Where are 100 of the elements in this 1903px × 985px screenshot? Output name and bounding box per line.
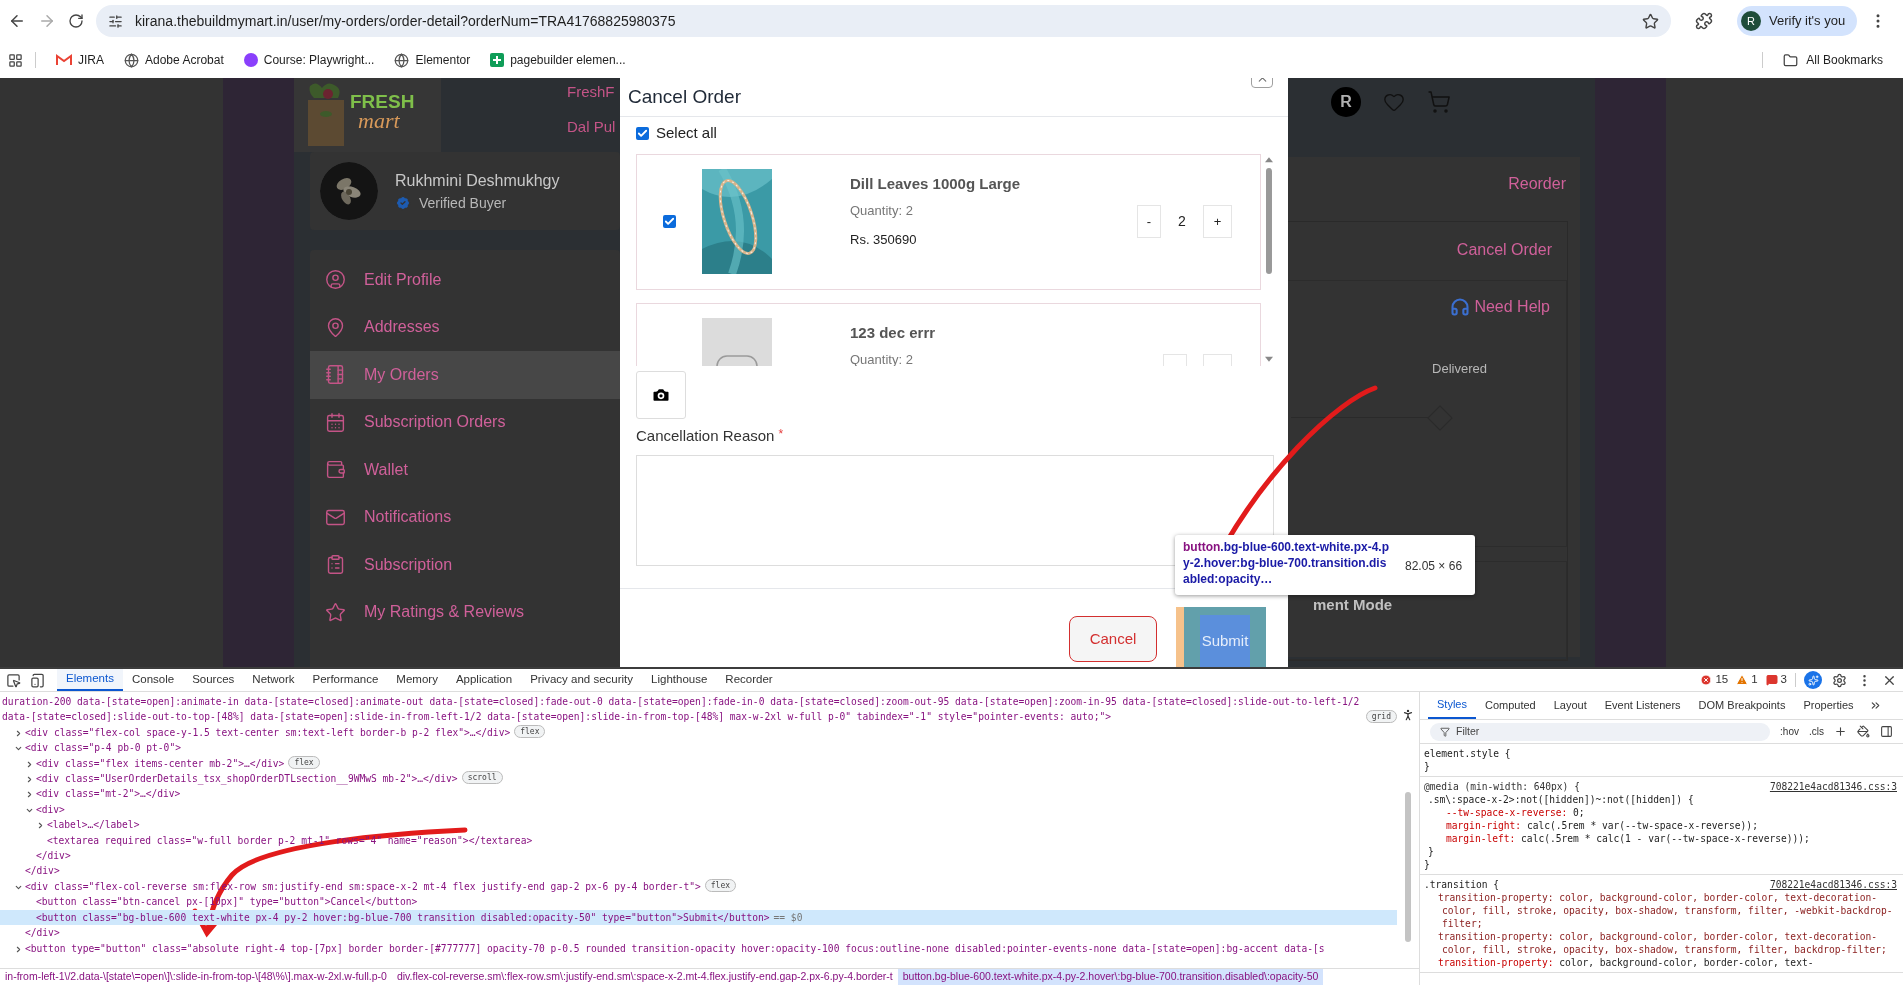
notebook-icon (325, 364, 346, 386)
bookmark[interactable]: JIRA (56, 51, 104, 69)
reorder-link[interactable]: Reorder (1508, 172, 1566, 196)
logo-script: mart (358, 112, 401, 130)
rule-brace: } (1424, 858, 1430, 871)
avatar: R (1741, 11, 1761, 31)
styles-tab[interactable]: Computed (1475, 692, 1545, 719)
dom-row[interactable]: <div class="p-4 pb-0 pt-0"> (0, 740, 1397, 756)
item-quantity: Quantity: 2 (850, 202, 914, 221)
class-toggle[interactable]: .cls (1809, 724, 1824, 739)
avatar[interactable]: R (1331, 87, 1361, 117)
need-help-link[interactable]: Need Help (1450, 295, 1550, 319)
user-icon (325, 269, 346, 291)
dom-node-text: </div> (25, 865, 60, 877)
bookmark[interactable]: pagebuilder elemen... (490, 51, 626, 69)
layout-badge[interactable]: flex (704, 879, 737, 893)
paint-icon[interactable] (1857, 725, 1870, 738)
menu-label: Edit Profile (364, 269, 442, 290)
required-mark: * (778, 426, 784, 444)
dom-row[interactable]: <div class="UserOrderDetails_tsx_shopOrderDTLsection__9WMwS mb-2">…</div> scroll (0, 771, 1397, 787)
back-icon[interactable] (8, 12, 26, 30)
url-text: kirana.thebuildmymart.in/user/my-orders/order-detail?orderNum=TRA41768825980375 (135, 11, 677, 31)
dom-row[interactable]: <button class="bg-blue-600 text-white px-4 py-2 hover:bg-blue-700 transition disabled:opacity-50" type="button">Submit</button> == $0 (0, 909, 1397, 926)
sidebar-toggle-icon[interactable] (1880, 725, 1893, 738)
bookmark[interactable]: Course: Playwright... (243, 51, 375, 69)
checkbox[interactable] (636, 126, 649, 140)
mail-icon (56, 54, 72, 66)
style-declaration: --tw-space-x-reverse: 0; (1445, 806, 1586, 819)
select-all-label: Select all (656, 122, 717, 143)
devtools-tab[interactable]: Privacy and security (521, 669, 643, 691)
error-counter[interactable]: 15 (1700, 671, 1729, 689)
styles-tab[interactable]: Event Listeners (1595, 692, 1690, 719)
calendar-icon (325, 411, 346, 433)
caret-right-icon[interactable] (36, 821, 45, 831)
decrement-button[interactable]: - (1137, 205, 1161, 239)
dom-node-text: <label>…</label> (47, 818, 140, 833)
style-declaration: margin-right: calc(.5rem * var(--tw-space-x-reverse)); (1445, 819, 1759, 832)
item-price: Rs. 350690 (850, 230, 918, 249)
source-link[interactable]: 708221e4acd81346.css:3 (1769, 878, 1897, 891)
dom-row[interactable]: <div> (0, 801, 1397, 818)
issue-counter[interactable]: 3 (1765, 671, 1787, 689)
site-settings-icon[interactable] (108, 13, 123, 29)
caret-right-icon[interactable] (14, 728, 23, 738)
devtools-tab[interactable]: Network (243, 669, 304, 691)
layout-badge[interactable]: grid (1365, 709, 1397, 723)
profile-button[interactable]: R Verify it's you (1737, 6, 1858, 36)
ai-assistant-icon[interactable] (1804, 671, 1822, 689)
bookmark[interactable]: Adobe Acrobat (124, 51, 224, 69)
styles-tab[interactable]: Layout (1544, 692, 1596, 719)
dom-node-text: <div class="flex-col space-y-1.5 text-center sm:text-left border-b p-2 flex">…</div> (25, 725, 511, 740)
styles-tab[interactable]: DOM Breakpoints (1689, 692, 1795, 719)
menu-label: Subscription (364, 554, 453, 575)
styles-tab[interactable]: Properties (1794, 692, 1863, 719)
address-bar[interactable]: kirana.thebuildmymart.in/user/my-orders/order-detail?orderNum=TRA41768825980375 (96, 5, 1671, 37)
settings-icon[interactable] (1832, 672, 1847, 688)
inspect-icon[interactable] (6, 672, 21, 688)
extensions-icon[interactable] (1695, 12, 1713, 30)
layout-badge[interactable]: scroll (461, 771, 503, 785)
dom-row[interactable]: <div class="mt-2">…</div> (0, 786, 1397, 802)
devtools-tab[interactable]: Memory (387, 669, 447, 691)
caret-right-icon[interactable] (14, 944, 23, 954)
devtools-tab[interactable]: Recorder (716, 669, 782, 691)
all-bookmarks[interactable]: All Bookmarks (1783, 51, 1883, 69)
devtools-tab[interactable]: Performance (303, 669, 388, 691)
filter-box[interactable]: Filter (1430, 722, 1771, 741)
devtools-tab[interactable]: Sources (183, 669, 244, 691)
dom-node-text: </div> (36, 850, 71, 862)
hover-state-toggle[interactable]: :hov (1780, 724, 1799, 739)
devtools-tab[interactable]: Lighthouse (642, 669, 717, 691)
dom-row[interactable]: <div class="flex items-center mb-2">…</div> flex (0, 755, 1397, 772)
apps-icon[interactable] (8, 52, 23, 68)
scrollbar[interactable] (1404, 792, 1412, 942)
breadcrumb[interactable]: button.bg-blue-600.text-white.px-4.py-2.hover\:bg-blue-700.transition.disabled\:opacity-50 (897, 969, 1324, 985)
accessibility-icon[interactable] (1401, 708, 1415, 722)
status-label: Delivered (1432, 360, 1487, 378)
add-rule-icon[interactable] (1834, 725, 1847, 738)
styles-tab[interactable]: Styles (1428, 692, 1476, 719)
bookmark-label: pagebuilder elemen... (510, 52, 626, 69)
cancel-order-link[interactable]: Cancel Order (1456, 238, 1552, 262)
filter-field[interactable]: Filter (1456, 723, 1656, 740)
devtools-tab[interactable]: Application (446, 669, 522, 691)
checkbox[interactable] (663, 215, 676, 229)
devtools-tab[interactable]: Console (122, 669, 184, 691)
layout-badge[interactable]: flex (288, 756, 320, 770)
dom-row[interactable]: <div class="flex-col space-y-1.5 text-center sm:text-left border-b p-2 flex">…</div> flex (0, 724, 1397, 741)
menu-label: Subscription Orders (364, 412, 506, 433)
bookmark-label: All Bookmarks (1806, 52, 1883, 69)
dom-node-text: <div> (36, 802, 65, 817)
device-toolbar-icon[interactable] (30, 672, 45, 688)
increment-button[interactable]: + (1203, 205, 1232, 239)
devtools-tab[interactable]: Elements (57, 669, 123, 691)
bookmark[interactable]: Elementor (394, 51, 471, 69)
reload-icon[interactable] (68, 13, 84, 29)
cancel-button[interactable]: Cancel (1069, 616, 1157, 662)
dom-row[interactable]: <label>…</label> (0, 817, 1397, 833)
warning-counter[interactable]: 1 (1736, 671, 1758, 689)
camera-button[interactable] (636, 370, 686, 420)
source-link[interactable]: 708221e4acd81346.css:3 (1769, 780, 1897, 793)
layout-badge[interactable]: flex (514, 725, 546, 739)
bookmark-star-icon[interactable] (1642, 12, 1659, 30)
